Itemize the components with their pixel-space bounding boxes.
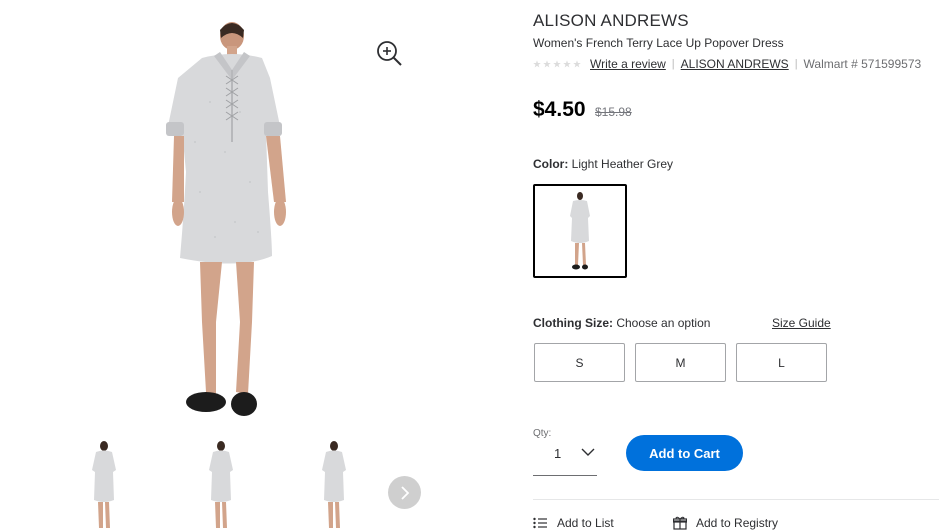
separator: |	[794, 58, 798, 70]
chevron-right-icon	[400, 485, 409, 500]
rating-stars	[533, 60, 581, 68]
quantity-select[interactable]: 1	[533, 440, 597, 476]
quantity-label: Qty:	[533, 428, 552, 439]
star-icon	[573, 60, 581, 68]
size-value: Choose an option	[616, 316, 711, 330]
add-to-cart-button[interactable]: Add to Cart	[626, 435, 743, 471]
color-label-title: Color:	[533, 157, 569, 171]
was-price: $15.98	[595, 105, 632, 119]
product-main-image[interactable]	[140, 22, 310, 422]
add-to-registry-button[interactable]: Add to Registry	[673, 516, 778, 530]
walmart-item-number: Walmart # 571599573	[803, 57, 922, 71]
gift-icon	[673, 516, 687, 530]
thumbnail-side[interactable]	[316, 440, 352, 530]
thumbnail-front[interactable]	[86, 440, 122, 530]
color-label: Color: Light Heather Grey	[533, 157, 673, 171]
star-icon	[543, 60, 551, 68]
divider	[533, 499, 939, 500]
write-review-link[interactable]: Write a review	[590, 57, 666, 71]
separator: |	[671, 58, 675, 70]
swatch-image	[570, 192, 590, 270]
quantity-value: 1	[554, 446, 562, 461]
zoom-icon[interactable]	[374, 38, 404, 68]
thumbnail-back[interactable]	[203, 440, 239, 530]
size-option-s[interactable]: S	[534, 343, 625, 382]
color-value: Light Heather Grey	[571, 157, 674, 171]
size-label: Clothing Size: Choose an option	[533, 316, 710, 330]
star-icon	[563, 60, 571, 68]
product-meta-row: Write a review | ALISON ANDREWS | Walmar…	[533, 56, 921, 72]
add-to-registry-label: Add to Registry	[696, 516, 779, 530]
star-icon	[533, 60, 541, 68]
product-title: Women's French Terry Lace Up Popover Dre…	[533, 36, 784, 50]
star-icon	[553, 60, 561, 68]
add-to-list-button[interactable]: Add to List	[533, 516, 614, 530]
thumbnail-next-button[interactable]	[388, 476, 421, 509]
color-swatch-light-heather-grey[interactable]	[533, 184, 627, 278]
size-option-l[interactable]: L	[736, 343, 827, 382]
size-guide-link[interactable]: Size Guide	[772, 316, 831, 330]
product-brand: ALISON ANDREWS	[533, 11, 689, 30]
list-icon	[533, 517, 547, 529]
chevron-down-icon	[581, 448, 595, 456]
current-price: $4.50	[533, 98, 586, 121]
size-option-m[interactable]: M	[635, 343, 726, 382]
add-to-list-label: Add to List	[557, 516, 614, 530]
brand-link[interactable]: ALISON ANDREWS	[681, 57, 789, 71]
size-label-title: Clothing Size:	[533, 316, 613, 330]
